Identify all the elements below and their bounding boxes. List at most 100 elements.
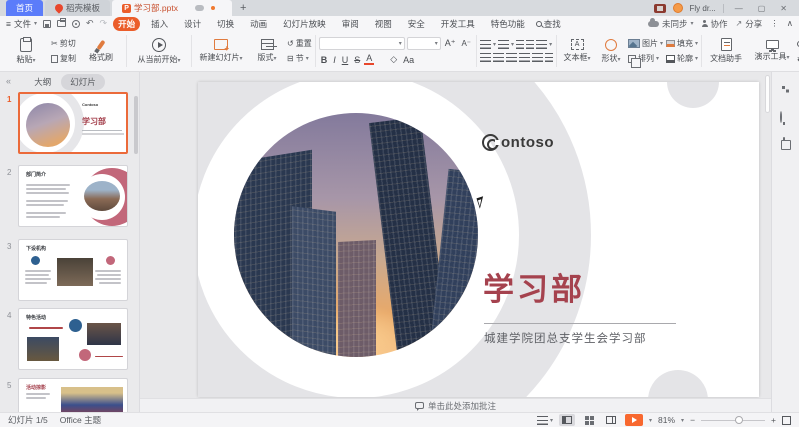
chevron-down-icon[interactable]: ▾	[681, 417, 684, 424]
comment-hint-bar[interactable]: 单击此处添加批注	[140, 398, 771, 412]
thumbnail-card[interactable]: 部门简介	[18, 165, 128, 227]
view-normal-button[interactable]	[559, 414, 575, 426]
promo-icon[interactable]	[654, 4, 666, 13]
doc-assistant-button[interactable]: 文档助手	[705, 38, 747, 64]
layout-button[interactable]: 版式▾	[250, 39, 284, 63]
fit-slide-icon[interactable]	[782, 416, 791, 425]
new-slide-button[interactable]: 新建幻灯片▾	[195, 39, 247, 63]
menu-item-review[interactable]: 审阅	[337, 17, 364, 31]
decrease-indent-icon[interactable]	[516, 40, 524, 49]
chevron-down-icon[interactable]: ▾	[649, 417, 652, 424]
paste-button[interactable]: 粘贴▾	[4, 38, 48, 65]
tab-outline[interactable]: 大纲	[34, 76, 51, 88]
slide-subtitle[interactable]: 城建学院团总支学生会学习部	[484, 330, 647, 346]
outline-button[interactable]: 轮廓▾	[666, 53, 698, 64]
zoom-slider-knob[interactable]	[735, 416, 743, 424]
line-spacing-icon[interactable]	[536, 40, 547, 49]
shape-button[interactable]: 形状▾	[597, 39, 625, 64]
more-options-icon[interactable]: ⋮	[770, 18, 779, 29]
slide-title[interactable]: 学习部	[483, 264, 585, 309]
tab-home[interactable]: 首页	[6, 0, 43, 16]
notes-toggle[interactable]: ▾	[537, 416, 553, 425]
change-case-button[interactable]: Aa	[401, 55, 416, 65]
present-tools-button[interactable]: 演示工具▾	[750, 40, 794, 62]
menu-item-security[interactable]: 安全	[403, 17, 430, 31]
layers-panel-icon[interactable]	[780, 138, 785, 148]
columns-icon[interactable]	[545, 53, 553, 62]
slide-thumbnail-5[interactable]: 5 活动掠影	[0, 378, 139, 412]
menu-item-insert[interactable]: 插入	[146, 17, 173, 31]
play-slideshow-button[interactable]	[625, 414, 643, 426]
slide-canvas[interactable]: ontoso 学习部 城建学院团总支学生会学习部	[140, 72, 771, 398]
distribute-icon[interactable]	[532, 53, 543, 62]
view-sorter-button[interactable]	[581, 414, 597, 426]
font-size-select[interactable]: ▾	[407, 37, 441, 50]
contoso-logo[interactable]: ontoso	[482, 134, 554, 151]
redo-icon[interactable]: ↷	[100, 18, 108, 29]
zoom-slider[interactable]	[701, 420, 765, 421]
close-button[interactable]: ✕	[776, 4, 791, 13]
menu-item-design[interactable]: 设计	[179, 17, 206, 31]
bold-button[interactable]: B	[319, 55, 330, 65]
slide-thumbnail-2[interactable]: 2 部门简介	[0, 165, 139, 229]
new-tab-button[interactable]: +	[232, 0, 254, 16]
align-right-icon[interactable]	[506, 53, 517, 62]
preview-icon[interactable]	[72, 20, 80, 28]
undo-icon[interactable]: ↶	[86, 18, 94, 29]
play-from-current-button[interactable]: 从当前开始▾	[130, 38, 188, 65]
align-left-icon[interactable]	[480, 53, 491, 62]
collapse-ribbon-icon[interactable]: ∧	[787, 18, 793, 29]
zoom-level[interactable]: 81%	[658, 415, 675, 425]
strikethrough-button[interactable]: S	[352, 55, 362, 65]
menu-item-devtools[interactable]: 开发工具	[436, 17, 480, 31]
underline-button[interactable]: U	[340, 55, 351, 65]
tab-docer-templates[interactable]: 稻壳模板	[45, 0, 110, 16]
thumbnail-card[interactable]: Contoso 学习部	[18, 92, 128, 154]
font-color-button[interactable]: A	[364, 54, 374, 65]
text-effect-button[interactable]: ◇	[388, 54, 399, 65]
slide-thumbnail-3[interactable]: 3 下设机构	[0, 239, 139, 303]
view-reading-button[interactable]	[603, 414, 619, 426]
minimize-button[interactable]: —	[731, 4, 747, 13]
bullet-list-icon[interactable]	[480, 40, 491, 49]
numbered-list-icon[interactable]	[498, 40, 509, 49]
increase-indent-icon[interactable]	[526, 40, 534, 49]
font-name-select[interactable]: ▾	[319, 37, 405, 50]
thumbnail-card[interactable]: 下设机构	[18, 239, 128, 301]
tab-document[interactable]: P 学习部.pptx	[112, 0, 232, 16]
find-command[interactable]: 查找	[536, 18, 561, 30]
slide-1-editor[interactable]: ontoso 学习部 城建学院团总支学生会学习部	[198, 82, 759, 397]
print-icon[interactable]	[57, 20, 66, 27]
format-painter-button[interactable]: 格式刷	[79, 40, 123, 63]
menu-item-features[interactable]: 特色功能	[486, 17, 530, 31]
zoom-out-button[interactable]: −	[690, 415, 695, 425]
menu-item-home[interactable]: 开始	[113, 17, 140, 31]
menu-item-slideshow[interactable]: 幻灯片放映	[278, 17, 331, 31]
arrange-button[interactable]: 排列▾	[628, 53, 663, 64]
zoom-in-button[interactable]: +	[771, 415, 776, 425]
increase-font-icon[interactable]: A⁺	[443, 38, 458, 49]
copy-button[interactable]: 复制	[51, 53, 76, 64]
user-name[interactable]: Fly dr...	[690, 4, 716, 13]
city-photo[interactable]	[234, 113, 478, 357]
italic-button[interactable]: I	[331, 55, 338, 65]
tab-slides[interactable]: 幻灯片	[61, 74, 105, 90]
maximize-button[interactable]: ▢	[754, 4, 770, 13]
align-center-icon[interactable]	[493, 53, 504, 62]
collaborate-button[interactable]: 协作	[702, 18, 728, 30]
menu-item-animation[interactable]: 动画	[245, 17, 272, 31]
reset-button[interactable]: ↺重置	[287, 38, 312, 49]
cut-button[interactable]: ✂剪切	[51, 38, 76, 49]
justify-icon[interactable]	[519, 53, 530, 62]
save-icon[interactable]	[43, 20, 51, 28]
thumbnail-card[interactable]: 特色活动	[18, 308, 128, 370]
fill-button[interactable]: 填充▾	[666, 38, 698, 49]
menu-item-transition[interactable]: 切换	[212, 17, 239, 31]
share-button[interactable]: ↗ 分享	[736, 18, 763, 30]
slide-thumbnail-4[interactable]: 4 特色活动	[0, 308, 139, 372]
collapse-panel-icon[interactable]: «	[6, 76, 11, 86]
decrease-font-icon[interactable]: A⁻	[459, 39, 473, 48]
canvas-scrollbar[interactable]	[765, 75, 770, 113]
textbox-button[interactable]: A 文本框▾	[560, 39, 594, 63]
slide-thumbnail-1[interactable]: 1 Contoso 学习部	[0, 92, 139, 156]
